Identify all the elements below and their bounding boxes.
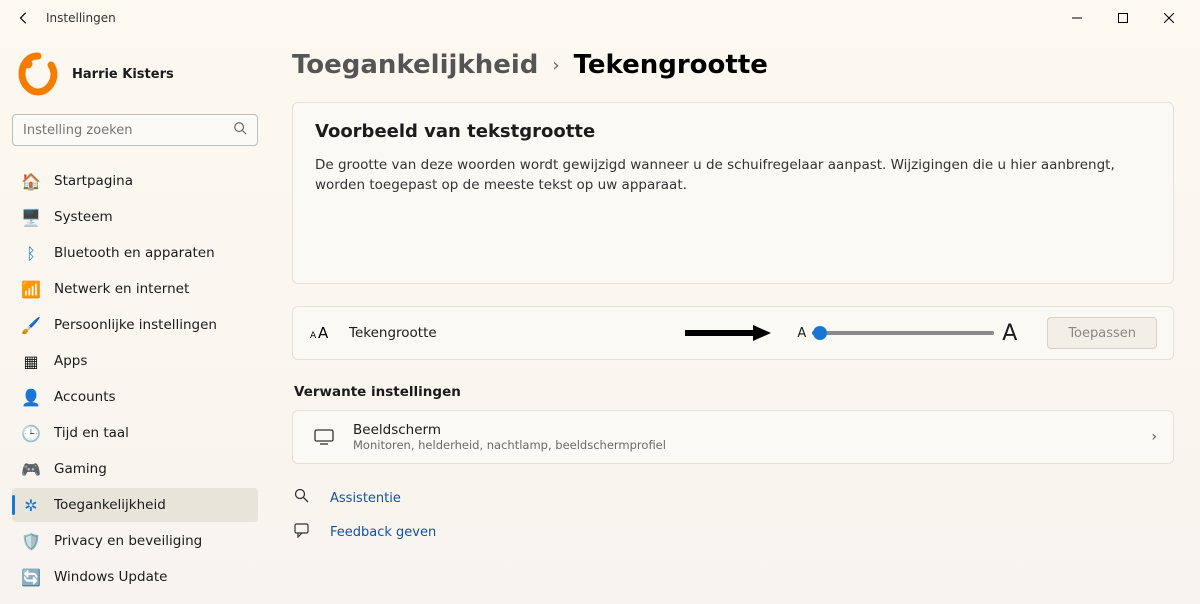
display-title: Beeldscherm [353,422,666,438]
breadcrumb: Toegankelijkheid › Tekengrootte [292,50,1174,80]
sidebar-item-label: Persoonlijke instellingen [54,317,217,333]
search-box[interactable] [12,114,258,146]
sidebar-item-network[interactable]: 📶 Netwerk en internet [12,272,258,306]
sidebar-item-system[interactable]: 🖥️ Systeem [12,200,258,234]
display-settings-row[interactable]: Beeldscherm Monitoren, helderheid, nacht… [292,410,1174,464]
wifi-icon: 📶 [22,280,40,299]
sidebar: Harrie Kisters 🏠 Startpagina 🖥️ Systeem ᛒB… [0,36,270,604]
assist-label: Assistentie [330,491,401,506]
sidebar-item-accessibility[interactable]: ✲ Toegankelijkheid [12,488,258,522]
sidebar-item-bluetooth[interactable]: ᛒ Bluetooth en apparaten [12,236,258,270]
breadcrumb-parent[interactable]: Toegankelijkheid [292,50,538,80]
nav-list: 🏠 Startpagina 🖥️ Systeem ᛒ Bluetooth en app… [12,164,258,594]
sidebar-item-update[interactable]: 🔄 Windows Update [12,560,258,594]
sidebar-item-label: Systeem [54,209,113,225]
svg-text:A: A [318,324,329,342]
search-icon [233,121,247,139]
update-icon: 🔄 [22,568,40,587]
feedback-icon [294,522,312,542]
system-icon: 🖥️ [22,208,40,227]
chevron-right-icon: › [552,55,559,76]
feedback-link[interactable]: Feedback geven [294,522,1174,542]
sidebar-item-label: Tijd en taal [54,425,129,441]
back-button[interactable] [8,4,40,32]
brush-icon: 🖌️ [22,316,40,335]
text-size-icon: AA [309,324,333,342]
sidebar-item-label: Accounts [54,389,116,405]
minimize-button[interactable] [1054,4,1100,32]
text-size-slider[interactable] [814,331,994,335]
preview-body: De grootte van deze woorden wordt gewijz… [315,156,1135,265]
titlebar: Instellingen [0,0,1200,36]
assist-icon [294,488,312,508]
sidebar-item-label: Gaming [54,461,107,477]
avatar [16,52,60,96]
sidebar-item-label: Apps [54,353,87,369]
gamepad-icon: 🎮 [22,460,40,479]
text-size-label: Tekengrootte [349,325,469,341]
person-icon: 👤 [22,388,40,407]
text-size-row: AA Tekengrootte A A Toepassen [292,306,1174,360]
sidebar-item-privacy[interactable]: 🛡️ Privacy en beveiliging [12,524,258,558]
home-icon: 🏠 [22,172,40,191]
window-title: Instellingen [46,11,116,25]
breadcrumb-current: Tekengrootte [574,50,768,80]
sidebar-item-apps[interactable]: ▦ Apps [12,344,258,378]
sidebar-item-time[interactable]: 🕒 Tijd en taal [12,416,258,450]
chevron-right-icon: › [1151,429,1157,445]
sidebar-item-label: Toegankelijkheid [54,497,166,513]
sidebar-item-label: Startpagina [54,173,133,189]
apps-icon: ▦ [22,352,40,371]
sidebar-item-accounts[interactable]: 👤 Accounts [12,380,258,414]
feedback-label: Feedback geven [330,525,436,540]
svg-text:A: A [310,331,317,341]
sidebar-item-label: Windows Update [54,569,167,585]
slider-thumb[interactable] [813,326,827,340]
profile-name: Harrie Kisters [72,67,174,82]
preview-card: Voorbeeld van tekstgrootte De grootte va… [292,102,1174,284]
annotation-arrow-icon [683,323,773,343]
maximize-button[interactable] [1100,4,1146,32]
bluetooth-icon: ᛒ [22,244,40,263]
sidebar-item-label: Netwerk en internet [54,281,189,297]
slider-min-label: A [797,326,806,341]
apply-button[interactable]: Toepassen [1047,317,1157,349]
profile-block[interactable]: Harrie Kisters [12,46,258,114]
sidebar-item-home[interactable]: 🏠 Startpagina [12,164,258,198]
slider-max-label: A [1002,321,1017,346]
sidebar-item-gaming[interactable]: 🎮 Gaming [12,452,258,486]
assist-link[interactable]: Assistentie [294,488,1174,508]
preview-heading: Voorbeeld van tekstgrootte [315,121,1151,142]
accessibility-icon: ✲ [22,496,40,515]
close-button[interactable] [1146,4,1192,32]
sidebar-item-label: Bluetooth en apparaten [54,245,215,261]
search-input[interactable] [23,123,233,138]
clock-icon: 🕒 [22,424,40,443]
monitor-icon [313,429,335,445]
sidebar-item-label: Privacy en beveiliging [54,533,202,549]
sidebar-item-personalization[interactable]: 🖌️ Persoonlijke instellingen [12,308,258,342]
related-heading: Verwante instellingen [294,384,1174,400]
shield-icon: 🛡️ [22,532,40,551]
help-links: Assistentie Feedback geven [292,488,1174,542]
main-content: Toegankelijkheid › Tekengrootte Voorbeel… [270,36,1200,604]
display-subtitle: Monitoren, helderheid, nachtlamp, beelds… [353,438,666,452]
